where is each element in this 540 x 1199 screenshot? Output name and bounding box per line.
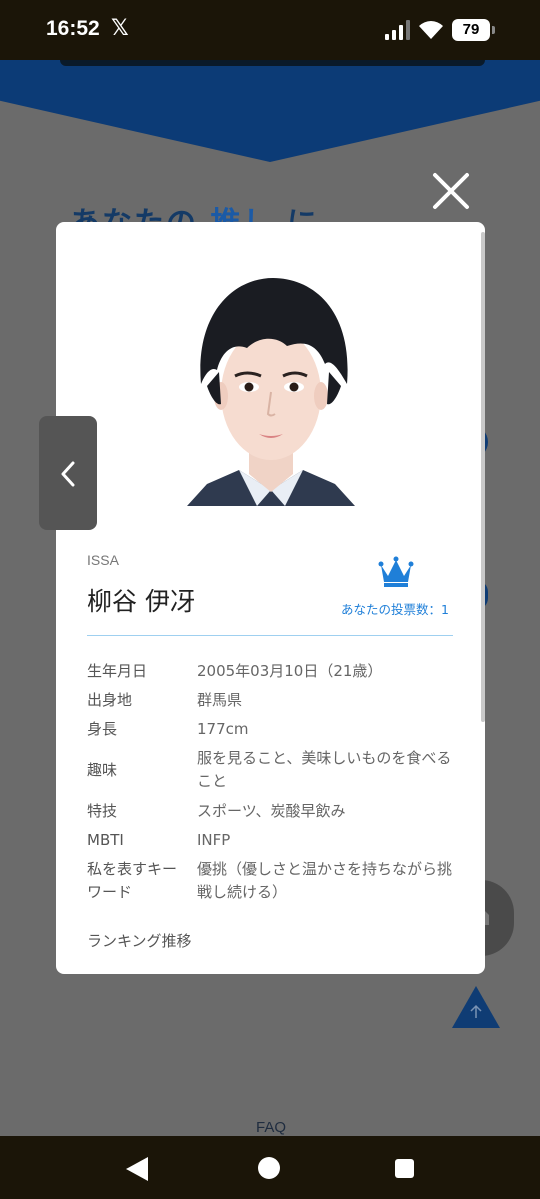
- profile-label-mbti: MBTI: [87, 831, 124, 849]
- profile-label-skill: 特技: [87, 802, 118, 820]
- x-app-icon: 𝕏: [111, 16, 129, 41]
- profile-value-keyword: 優挑（優しさと温かさを持ちながら挑戦し続ける）: [197, 860, 453, 901]
- status-time: 16:52: [46, 17, 100, 40]
- profile-value-height: 177cm: [197, 720, 249, 738]
- profile-row: MBTI INFP: [87, 829, 457, 851]
- previous-button[interactable]: [39, 416, 97, 530]
- profile-label-birthday: 生年月日: [87, 662, 148, 680]
- ranking-section-title: ランキング推移: [87, 932, 192, 950]
- profile-row: 出身地 群馬県: [87, 689, 457, 711]
- profile-label-height: 身長: [87, 720, 118, 738]
- modal-scrollbar[interactable]: [481, 232, 485, 722]
- vote-count: あなたの投票数：1: [341, 602, 449, 617]
- crown-icon[interactable]: [378, 556, 414, 588]
- battery-indicator: 79: [452, 19, 495, 41]
- wifi-icon: [419, 21, 443, 39]
- nav-recent-icon[interactable]: [395, 1159, 414, 1178]
- profile-modal: ISSA 柳谷 伊冴 あなたの投票数：1 生年月日 2005年03月10日（21…: [56, 222, 485, 974]
- close-icon[interactable]: [430, 170, 472, 212]
- nav-back-icon[interactable]: [126, 1157, 148, 1181]
- chevron-left-icon: [61, 461, 75, 487]
- nav-home-icon[interactable]: [258, 1157, 280, 1179]
- profile-row: 特技 スポーツ、炭酸早飲み: [87, 800, 457, 822]
- profile-photo: [187, 278, 355, 506]
- name-japanese: 柳谷 伊冴: [87, 587, 195, 616]
- profile-label-hobby: 趣味: [87, 761, 118, 779]
- header-banner: [0, 60, 540, 162]
- profile-value-birthday: 2005年03月10日（21歳）: [197, 662, 383, 680]
- scroll-top-button[interactable]: [452, 986, 500, 1028]
- profile-row: 身長 177cm: [87, 718, 457, 740]
- profile-row: 趣味 服を見ること、美味しいものを食べること: [87, 747, 457, 793]
- profile-value-skill: スポーツ、炭酸早飲み: [197, 802, 346, 820]
- profile-value-hobby: 服を見ること、美味しいものを食べること: [197, 749, 452, 790]
- name-english: ISSA: [87, 552, 119, 568]
- profile-row: 生年月日 2005年03月10日（21歳）: [87, 660, 457, 682]
- profile-value-hometown: 群馬県: [197, 691, 243, 709]
- header-bar: [60, 60, 485, 66]
- profile-label-keyword: 私を表すキーワード: [87, 860, 178, 901]
- status-bar: 16:52 𝕏 79: [0, 0, 540, 60]
- divider: [87, 635, 453, 636]
- profile-table: 生年月日 2005年03月10日（21歳） 出身地 群馬県 身長 177cm 趣…: [87, 660, 457, 904]
- profile-value-mbti: INFP: [197, 831, 231, 849]
- profile-label-hometown: 出身地: [87, 691, 133, 709]
- signal-icon: [385, 20, 410, 40]
- profile-row: 私を表すキーワード 優挑（優しさと温かさを持ちながら挑戦し続ける）: [87, 858, 457, 904]
- faq-link[interactable]: FAQ: [256, 1119, 286, 1136]
